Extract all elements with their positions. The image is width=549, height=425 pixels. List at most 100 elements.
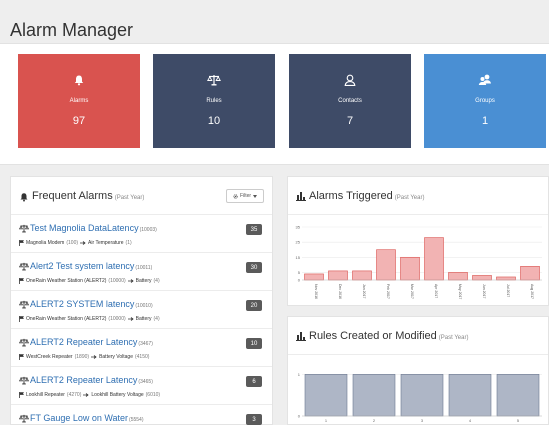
scale-icon	[19, 338, 29, 347]
groups-tile[interactable]: Groups 1	[424, 54, 546, 148]
scale-icon	[19, 300, 29, 309]
arrow-right-icon	[80, 241, 86, 245]
panel-subtitle: (Past Year)	[394, 195, 425, 201]
panel-header: Frequent Alarms (Past Year) Filter	[11, 177, 272, 215]
bar[interactable]	[496, 276, 516, 281]
user-icon	[344, 74, 356, 86]
flag-icon	[19, 278, 24, 284]
x-tick-label: Jan 2017	[362, 284, 366, 298]
count-badge: 3	[246, 414, 262, 425]
tile-count: 1	[481, 115, 489, 127]
count-badge: 6	[246, 376, 262, 387]
bar[interactable]	[304, 273, 324, 281]
list-item: ALERT2 SYSTEM latency(10010) OneRain Wea…	[11, 291, 272, 329]
summary-tiles: Alarms 97 Rules 10 Contacts 7 Groups 1	[0, 43, 549, 165]
panel-header: Alarms Triggered (Past Year)	[288, 177, 548, 215]
alarm-source: OneRain Weather Station (ALERT2) (10000) …	[19, 316, 160, 322]
scale-icon	[19, 262, 29, 271]
alarm-link[interactable]: ALERT2 Repeater Latency(3465)	[30, 375, 153, 385]
alarm-source: WestCreek Repeater (1890) Battery Voltage…	[19, 354, 149, 360]
arrow-right-icon	[83, 393, 90, 397]
bar[interactable]	[352, 374, 396, 417]
contacts-tile[interactable]: Contacts 7	[289, 54, 411, 148]
bar[interactable]	[496, 374, 540, 417]
tile-label: Groups	[475, 98, 495, 104]
y-tick-label: 25	[296, 240, 301, 245]
arrow-right-icon	[91, 355, 97, 359]
tile-label: Alarms	[69, 98, 89, 104]
y-tick-label: 35	[296, 225, 301, 230]
alarm-link[interactable]: ALERT2 SYSTEM latency(10010)	[30, 299, 153, 309]
list-item: Alert2 Test system latency(10011) OneRai…	[11, 253, 272, 291]
flag-icon	[19, 240, 24, 246]
bar[interactable]	[448, 374, 492, 417]
bar[interactable]	[352, 270, 372, 281]
alarm-link[interactable]: Test Magnolia DataLatency(10003)	[30, 223, 157, 233]
x-tick-label: 5	[517, 419, 519, 423]
x-tick-label: Apr 2017	[434, 284, 438, 298]
caret-down-icon	[253, 194, 258, 198]
scale-icon	[207, 75, 221, 86]
scale-icon	[19, 376, 29, 385]
x-tick-label: Jun 2017	[482, 284, 486, 298]
scale-icon	[19, 224, 29, 233]
bar-chart-icon	[296, 192, 306, 201]
alarm-link[interactable]: Alert2 Test system latency(10011)	[30, 261, 152, 271]
list-item: Test Magnolia DataLatency(10003) Magnoli…	[11, 215, 272, 253]
x-tick-label: Aug 2017	[530, 284, 534, 299]
alarm-link[interactable]: FT Gauge Low on Water(5554)	[30, 413, 144, 423]
bell-icon	[20, 193, 28, 202]
y-tick-label: 1	[298, 372, 301, 377]
tile-label: Contacts	[338, 98, 362, 104]
rules-tile[interactable]: Rules 10	[153, 54, 275, 148]
alarm-link[interactable]: ALERT2 Repeater Latency(3467)	[30, 337, 153, 347]
alarm-source: Magnolia Modem (100) Air Temperature (1)	[19, 240, 132, 246]
bar[interactable]	[472, 275, 492, 281]
bar[interactable]	[520, 266, 540, 281]
list-item: FT Gauge Low on Water(5554) 3	[11, 405, 272, 425]
tile-label: Rules	[206, 98, 222, 104]
filter-label: Filter	[239, 193, 252, 199]
arrow-right-icon	[127, 317, 134, 321]
bar[interactable]	[304, 374, 348, 417]
y-tick-label: 0	[298, 414, 301, 419]
alarms-triggered-chart: 0 5 15 25 35 Nov 2016 Dec 2016 Jan 2017 Feb 2017…	[296, 225, 542, 299]
bar[interactable]	[400, 256, 420, 281]
bar[interactable]	[424, 237, 444, 281]
count-badge: 10	[246, 338, 262, 349]
panel-title: Rules Created or Modified (Past Year)	[309, 330, 469, 342]
alarms-tile[interactable]: Alarms 97	[18, 54, 140, 148]
panel-subtitle: (Past Year)	[114, 195, 145, 201]
y-tick-label: 0	[298, 278, 301, 283]
panel-header: Rules Created or Modified (Past Year)	[288, 317, 548, 355]
page-title: Alarm Manager	[10, 20, 134, 40]
tile-count: 10	[207, 115, 221, 127]
filter-button[interactable]: Filter	[226, 189, 264, 203]
bar[interactable]	[328, 270, 348, 281]
bar[interactable]	[376, 249, 396, 281]
x-tick-label: 1	[325, 419, 327, 423]
gear-icon	[233, 193, 238, 199]
panel-subtitle: (Past Year)	[438, 335, 469, 341]
tile-count: 97	[72, 115, 86, 127]
panel-title: Frequent Alarms (Past Year)	[32, 190, 145, 202]
tile-count: 7	[346, 115, 354, 127]
frequent-alarms-panel: Frequent Alarms (Past Year) Filter Test M…	[10, 176, 273, 425]
list-item: ALERT2 Repeater Latency(3465) Lookhill R…	[11, 367, 272, 405]
bell-icon	[74, 75, 84, 86]
count-badge: 30	[246, 262, 262, 273]
x-tick-label: Jul 2017	[506, 284, 510, 297]
rules-created-chart: 0 1 1 2 3 4 5	[298, 372, 542, 423]
x-tick-label: 4	[469, 419, 471, 423]
alarm-source: OneRain Weather Station (ALERT2) (10000) …	[19, 278, 160, 284]
x-tick-label: Dec 2016	[338, 284, 342, 299]
x-tick-label: Mar 2017	[410, 284, 414, 299]
count-badge: 35	[246, 224, 262, 235]
x-tick-label: 3	[421, 419, 423, 423]
rules-created-panel: Rules Created or Modified (Past Year) 0 1 1…	[287, 316, 549, 425]
bar[interactable]	[400, 374, 444, 417]
bar-chart-icon	[296, 332, 306, 341]
bar[interactable]	[448, 272, 468, 281]
alarms-triggered-panel: Alarms Triggered (Past Year) 0 5 15 25 35 Nov …	[287, 176, 549, 306]
y-tick-label: 15	[296, 255, 301, 260]
